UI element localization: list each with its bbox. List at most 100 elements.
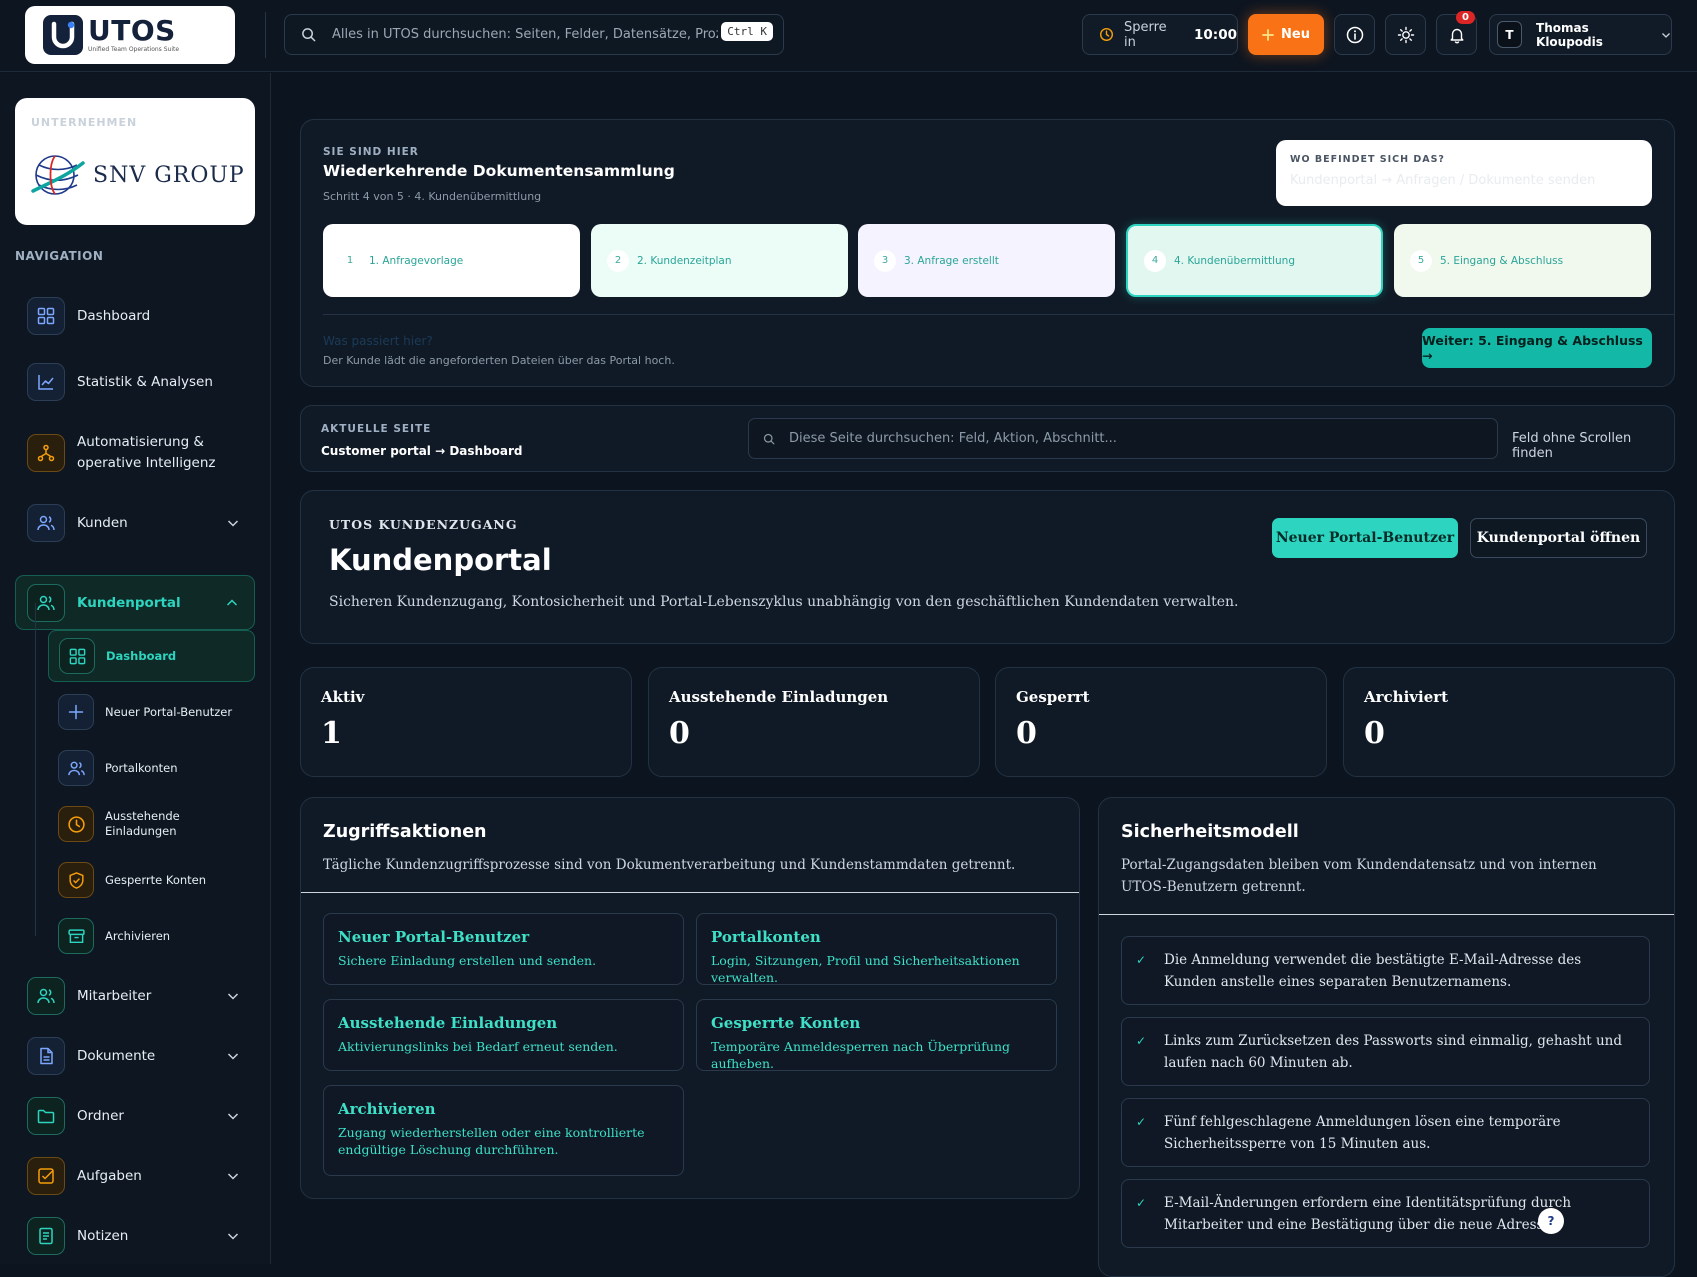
step-label: 2. Kundenzeitplan (637, 254, 732, 267)
notifications-button[interactable]: 0 (1436, 11, 1477, 55)
archive-icon (58, 918, 94, 954)
folder-icon (27, 1097, 65, 1135)
sidebar-item-documents[interactable]: Dokumente (15, 1028, 255, 1084)
subitem-locked-accounts[interactable]: Gesperrte Konten (48, 854, 255, 906)
security-rule-text: Fünf fehlgeschlagene Anmeldungen lösen e… (1164, 1114, 1561, 1152)
chart-line-icon (27, 363, 65, 401)
find-field-link[interactable]: Feld ohne Scrollen finden (1512, 431, 1674, 461)
workflow-step-1[interactable]: 1 1. Anfragevorlage (323, 224, 580, 297)
chevron-up-icon (226, 597, 238, 609)
sidebar-item-label: Dashboard (77, 308, 151, 324)
action-title: Neuer Portal-Benutzer (338, 928, 530, 946)
sidebar-item-tasks[interactable]: Aufgaben (15, 1148, 255, 1204)
nav-section-label: NAVIGATION (15, 249, 104, 263)
action-new-portal-user[interactable]: Neuer Portal-Benutzer Sichere Einladung … (323, 913, 684, 985)
step-label: 3. Anfrage erstellt (904, 254, 999, 267)
access-actions-panel: Zugriffsaktionen Tägliche Kundenzugriffs… (300, 797, 1080, 1199)
action-description: Temporäre Anmeldesperren nach Überprüfun… (711, 1039, 1011, 1071)
check-icon: ✓ (1136, 1034, 1147, 1048)
sidebar-item-customers[interactable]: Kunden (15, 495, 255, 551)
action-portal-accounts[interactable]: Portalkonten Login, Sitzungen, Profil un… (696, 913, 1057, 985)
workflow-step-4[interactable]: 4 4. Kundenübermittlung (1126, 224, 1383, 297)
subitem-portal-accounts[interactable]: Portalkonten (48, 742, 255, 794)
subitem-label: Archivieren (105, 928, 171, 943)
security-rule: ✓ E-Mail-Änderungen erfordern eine Ident… (1121, 1179, 1650, 1248)
help-button[interactable]: ? (1538, 1208, 1564, 1234)
global-search-input[interactable]: Alles in UTOS durchsuchen: Seiten, Felde… (284, 14, 784, 55)
new-portal-user-button[interactable]: Neuer Portal-Benutzer (1272, 518, 1458, 558)
stat-card-archived: Archiviert 0 (1343, 667, 1675, 777)
sidebar-item-more[interactable] (15, 1253, 255, 1264)
check-icon: ✓ (1136, 953, 1147, 967)
sidebar-item-label: Dokumente (77, 1048, 156, 1064)
sidebar-item-dashboard[interactable]: Dashboard (15, 288, 255, 344)
company-label: UNTERNEHMEN (31, 116, 138, 129)
users-icon (58, 750, 94, 786)
stat-label: Aktiv (321, 688, 365, 706)
users-icon (27, 504, 65, 542)
action-description: Login, Sitzungen, Profil und Sicherheits… (711, 953, 1020, 985)
current-page-kicker: AKTUELLE SEITE (321, 423, 432, 435)
topbar-divider (265, 12, 266, 58)
info-button[interactable] (1334, 14, 1375, 55)
workflow-step-3[interactable]: 3 3. Anfrage erstellt (858, 224, 1115, 297)
logo-name: UTOS (88, 14, 176, 47)
company-name: SNV GROUP (93, 162, 245, 188)
workflow-title: Wiederkehrende Dokumentensammlung (323, 162, 675, 180)
info-icon (1346, 26, 1364, 44)
sidebar-item-customer-portal[interactable]: Kundenportal (15, 575, 255, 630)
user-menu-button[interactable]: T Thomas Kloupodis (1489, 14, 1672, 55)
workflow-card: SIE SIND HIER Wiederkehrende Dokumentens… (300, 119, 1675, 387)
users-icon (27, 977, 65, 1015)
subitem-archive[interactable]: Archivieren (48, 910, 255, 962)
step-label: 5. Eingang & Abschluss (1440, 254, 1564, 267)
sidebar-item-folders[interactable]: Ordner (15, 1088, 255, 1144)
current-page-bar: AKTUELLE SEITE Customer portal → Dashboa… (300, 405, 1675, 472)
utos-logo[interactable]: UTOS Unified Team Operations Suite (25, 6, 235, 64)
plus-icon (1262, 28, 1274, 41)
note-icon (27, 1217, 65, 1255)
security-rule-text: E-Mail-Änderungen erfordern eine Identit… (1164, 1195, 1572, 1233)
sidebar-item-automation[interactable]: Automatisierung & operative Intelligenz (15, 420, 255, 486)
security-rule-text: Die Anmeldung verwendet die bestätigte E… (1164, 952, 1582, 990)
sidebar-item-label: Notizen (77, 1228, 129, 1244)
workflow-divider (323, 314, 1674, 315)
session-lock-timer[interactable]: Sperre in 10:00 (1082, 14, 1238, 55)
step-number: 2 (607, 249, 629, 272)
sun-icon (1397, 26, 1415, 44)
action-archive[interactable]: Archivieren Zugang wiederherstellen oder… (323, 1085, 684, 1176)
workflow-step-5[interactable]: 5 5. Eingang & Abschluss (1394, 224, 1651, 297)
step-number: 5 (1410, 249, 1432, 272)
action-pending-invitations[interactable]: Ausstehende Einladungen Aktivierungslink… (323, 999, 684, 1071)
grid-icon (27, 297, 65, 335)
search-icon (301, 27, 316, 42)
stat-card-active: Aktiv 1 (300, 667, 632, 777)
workflow-kicker: SIE SIND HIER (323, 146, 419, 158)
security-panel-divider (1099, 914, 1674, 915)
sidebar-item-label: Kundenportal (77, 594, 181, 611)
workflow-step-2[interactable]: 2 2. Kundenzeitplan (591, 224, 848, 297)
sidebar-item-statistics[interactable]: Statistik & Analysen (15, 354, 255, 410)
sidebar-item-label: Aufgaben (77, 1168, 142, 1184)
action-locked-accounts[interactable]: Gesperrte Konten Temporäre Anmeldesperre… (696, 999, 1057, 1071)
subitem-pending-invitations[interactable]: Ausstehende Einladungen (48, 798, 255, 850)
plus-icon (58, 694, 94, 730)
page-search-input[interactable]: Diese Seite durchsuchen: Feld, Aktion, A… (748, 418, 1498, 459)
open-portal-button[interactable]: Kundenportal öffnen (1470, 518, 1647, 558)
step-number: 4 (1144, 249, 1166, 272)
avatar: T (1497, 21, 1523, 48)
company-card[interactable]: UNTERNEHMEN SNV GROUP (15, 98, 255, 225)
security-rule: ✓ Links zum Zurücksetzen des Passworts s… (1121, 1017, 1650, 1086)
subitem-dashboard[interactable]: Dashboard (48, 630, 255, 682)
theme-toggle-button[interactable] (1385, 14, 1426, 55)
search-shortcut: Ctrl K (721, 22, 773, 41)
new-button[interactable]: Neu (1248, 14, 1324, 55)
document-icon (27, 1037, 65, 1075)
step-label: 4. Kundenübermittlung (1174, 254, 1295, 267)
page-search-placeholder: Diese Seite durchsuchen: Feld, Aktion, A… (789, 431, 1117, 446)
grid-icon (59, 638, 95, 674)
clock-icon (1099, 27, 1114, 42)
subitem-new-portal-user[interactable]: Neuer Portal-Benutzer (48, 686, 255, 738)
sidebar-item-employees[interactable]: Mitarbeiter (15, 968, 255, 1024)
next-step-button[interactable]: Weiter: 5. Eingang & Abschluss → (1422, 328, 1652, 368)
